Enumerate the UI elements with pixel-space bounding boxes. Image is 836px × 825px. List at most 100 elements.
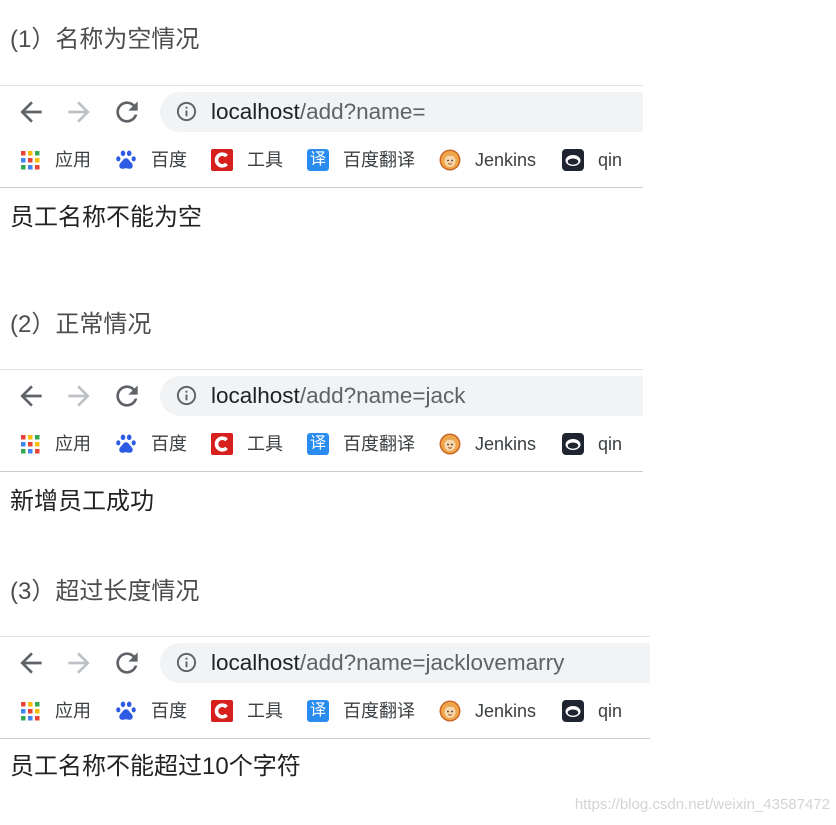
bookmark-jenkins[interactable]: Jenkins [439,699,536,723]
red-c-logo-icon [211,433,233,455]
browser-screenshot-1: localhost/add?name= 应用 百度 工具 译 百度翻译 Jenk… [0,85,643,188]
address-bar[interactable]: localhost/add?name=jacklovemarry [160,643,650,683]
bookmark-tools[interactable]: 工具 [211,699,283,723]
bookmark-label: 工具 [247,434,283,454]
back-arrow-icon [15,647,47,679]
address-bar[interactable]: localhost/add?name= [160,92,643,132]
reload-icon [111,647,143,679]
bookmark-tools[interactable]: 工具 [211,148,283,172]
back-button[interactable] [15,380,47,412]
address-bar[interactable]: localhost/add?name=jack [160,376,643,416]
bookmark-baidu-translate[interactable]: 译 百度翻译 [307,148,415,172]
bookmark-apps[interactable]: 应用 [19,699,91,723]
translate-icon: 译 [307,700,329,722]
bookmark-baidu-translate[interactable]: 译 百度翻译 [307,699,415,723]
bookmark-label: 应用 [55,701,91,721]
forward-button[interactable] [63,380,95,412]
bookmark-label: 百度翻译 [343,701,415,721]
info-icon [175,651,198,674]
bookmark-baidu-translate[interactable]: 译 百度翻译 [307,432,415,456]
bookmark-label: qin [598,434,623,454]
jenkins-icon [439,149,461,171]
bookmark-label: 百度 [151,434,187,454]
jenkins-icon [439,700,461,722]
back-arrow-icon [15,380,47,412]
info-icon [175,100,198,123]
section-1-page-result: 员工名称不能为空 [10,204,202,231]
url-text: localhost/add?name= [211,92,426,132]
bookmark-qin[interactable]: qin [562,699,622,723]
apps-grid-icon [19,149,41,171]
bookmark-jenkins[interactable]: Jenkins [439,432,536,456]
url-path: /add?name=jacklovemarry [299,650,565,675]
back-button[interactable] [15,96,47,128]
bookmark-baidu[interactable]: 百度 [115,148,187,172]
bookmark-label: Jenkins [475,150,537,170]
baidu-paw-icon [115,700,137,722]
section-3-caption: (3）超过长度情况 [10,578,200,605]
bookmark-label: qin [598,150,623,170]
jenkins-icon [439,433,461,455]
url-host: localhost [211,650,300,675]
bookmark-label: 工具 [247,701,283,721]
back-button[interactable] [15,647,47,679]
reload-button[interactable] [111,380,143,412]
bookmark-apps[interactable]: 应用 [19,148,91,172]
bookmark-label: 应用 [55,434,91,454]
bookmark-baidu[interactable]: 百度 [115,432,187,456]
bookmark-tools[interactable]: 工具 [211,432,283,456]
info-icon [175,384,198,407]
site-info-button[interactable] [175,651,198,674]
forward-arrow-icon [63,380,95,412]
bookmark-label: 百度翻译 [343,150,415,170]
section-2-caption: (2）正常情况 [10,311,152,338]
reload-button[interactable] [111,647,143,679]
bookmark-label: Jenkins [475,701,537,721]
bookmark-label: 应用 [55,150,91,170]
qin-icon [562,700,584,722]
bookmark-label: 工具 [247,150,283,170]
url-host: localhost [211,99,300,124]
reload-icon [111,96,143,128]
url-path: /add?name= [299,99,426,124]
bookmark-apps[interactable]: 应用 [19,432,91,456]
url-path: /add?name=jack [299,383,466,408]
baidu-paw-icon [115,433,137,455]
baidu-paw-icon [115,149,137,171]
bookmark-baidu[interactable]: 百度 [115,699,187,723]
qin-icon [562,149,584,171]
bookmark-label: 百度 [151,150,187,170]
qin-icon [562,433,584,455]
bookmark-label: Jenkins [475,434,537,454]
reload-button[interactable] [111,96,143,128]
browser-screenshot-3: localhost/add?name=jacklovemarry 应用 百度 工… [0,636,650,739]
browser-screenshot-2: localhost/add?name=jack 应用 百度 工具 译 百度翻译 … [0,369,643,472]
bookmark-qin[interactable]: qin [562,432,622,456]
forward-button[interactable] [63,96,95,128]
section-3-page-result: 员工名称不能超过10个字符 [10,753,301,780]
forward-arrow-icon [63,647,95,679]
section-1-caption: (1）名称为空情况 [10,26,200,53]
translate-icon: 译 [307,433,329,455]
bookmark-jenkins[interactable]: Jenkins [439,148,536,172]
apps-grid-icon [19,433,41,455]
red-c-logo-icon [211,700,233,722]
red-c-logo-icon [211,149,233,171]
back-arrow-icon [15,96,47,128]
site-info-button[interactable] [175,384,198,407]
site-info-button[interactable] [175,100,198,123]
url-text: localhost/add?name=jack [211,376,466,416]
forward-arrow-icon [63,96,95,128]
section-2-page-result: 新增员工成功 [10,488,154,515]
bookmark-label: 百度 [151,701,187,721]
blog-watermark: https://blog.csdn.net/weixin_43587472 [574,796,830,813]
bookmark-label: qin [598,701,623,721]
url-host: localhost [211,383,300,408]
reload-icon [111,380,143,412]
translate-icon: 译 [307,149,329,171]
bookmark-label: 百度翻译 [343,434,415,454]
forward-button[interactable] [63,647,95,679]
bookmark-qin[interactable]: qin [562,148,622,172]
apps-grid-icon [19,700,41,722]
url-text: localhost/add?name=jacklovemarry [211,643,564,683]
